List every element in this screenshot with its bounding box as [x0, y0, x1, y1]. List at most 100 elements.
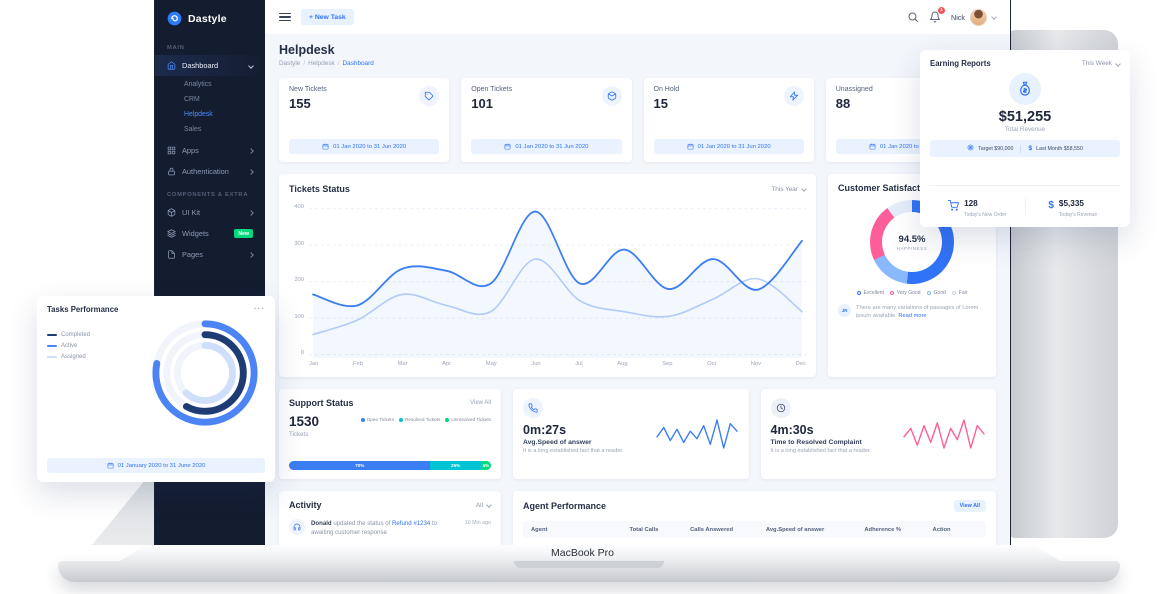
stat-label: Unassigned: [836, 86, 873, 93]
tasks-legend-item: Active: [47, 343, 109, 349]
sidebar-item-widgets[interactable]: Widgets New: [155, 223, 265, 244]
laptop-screen: Dastyle MAIN Dashboard Analytics CRM Hel…: [155, 0, 1010, 545]
tasks-rings-svg: [145, 316, 265, 430]
support-legend: Open TicketsResolved TicketsUnresolved T…: [361, 415, 491, 422]
x-tick: Nov: [751, 361, 761, 367]
nav-section-components: COMPONENTS & EXTRA: [155, 182, 265, 202]
crumb-helpdesk[interactable]: Helpdesk: [308, 60, 335, 67]
menu-icon[interactable]: [279, 13, 291, 22]
x-tick: Jul: [575, 361, 582, 367]
date-range-chip[interactable]: 01 Jan 2020 to 31 Jun 2020: [654, 139, 804, 154]
column-header[interactable]: Total Calls: [629, 527, 690, 533]
y-tick: 200: [294, 277, 304, 283]
bottom-row: Activity All Donald updated the status o…: [279, 491, 996, 545]
x-tick: Sep: [662, 361, 672, 367]
sidebar-item-dashboard[interactable]: Dashboard: [155, 55, 265, 76]
legend-item: Unresolved Tickets: [445, 417, 491, 422]
tickets-total: 1530: [289, 415, 319, 429]
x-tick: May: [486, 361, 497, 367]
date-range-chip[interactable]: 01 January 2020 to 31 June 2020: [47, 458, 265, 473]
chevron-down-icon: [801, 186, 807, 192]
topbar: + New Task 1 Nick: [265, 0, 1010, 34]
stat-value: 88: [836, 96, 873, 111]
headset-icon: [289, 519, 305, 535]
column-header[interactable]: Action: [933, 527, 978, 533]
y-tick: 300: [294, 241, 304, 247]
sidebar-subitem-crm[interactable]: CRM: [155, 92, 265, 107]
date-range-chip[interactable]: 01 Jan 2020 to 31 Jun 2020: [471, 139, 621, 154]
sidebar-item-label: Authentication: [182, 167, 229, 176]
refund-link[interactable]: Refund #1234: [392, 520, 430, 527]
mid-row: Support Status View All 1530Tickets Open…: [279, 389, 996, 479]
todays-revenue: $ $5,335Today's Revenue: [1026, 193, 1121, 218]
card-title: Activity: [289, 500, 322, 510]
user-avatar: [970, 9, 987, 26]
chevron-right-icon: [248, 169, 254, 175]
crumb-home[interactable]: Dastyle: [279, 60, 300, 67]
chevron-right-icon: [248, 210, 254, 216]
bell-icon[interactable]: 1: [929, 11, 941, 23]
activity-filter[interactable]: All: [476, 502, 491, 509]
macbook-label: MacBook Pro: [155, 547, 1010, 559]
user-menu[interactable]: Nick: [951, 9, 996, 26]
column-header[interactable]: Adherence %: [864, 527, 932, 533]
flash-icon: [784, 86, 804, 106]
layers-icon: [167, 229, 176, 238]
avg-speed-sparkline: [655, 416, 739, 452]
x-tick: Oct: [707, 361, 716, 367]
progress-segment: 70%: [289, 461, 430, 470]
search-icon[interactable]: [907, 11, 919, 23]
new-task-button[interactable]: + New Task: [301, 9, 354, 25]
stat-value: 155: [289, 96, 327, 111]
period-select[interactable]: This Week: [1082, 60, 1120, 67]
support-progress: 70%25%5%: [289, 461, 491, 470]
activity-card: Activity All Donald updated the status o…: [279, 491, 501, 545]
column-header[interactable]: Avg.Speed of answer: [766, 527, 864, 533]
sidebar-subitem-sales[interactable]: Sales: [155, 122, 265, 137]
dollar-icon: $: [1028, 145, 1032, 152]
clock-icon: [771, 398, 791, 418]
user-name: Nick: [951, 13, 965, 22]
dastyle-logo-icon: [167, 11, 182, 26]
view-all-button[interactable]: View All: [954, 500, 986, 512]
date-range-text: 01 Jan 2020 to 31 Jun 2020: [698, 144, 771, 150]
nav-section-main: MAIN: [155, 35, 265, 55]
y-tick: 400: [294, 204, 304, 210]
period-value: This Week: [1082, 60, 1112, 67]
period-select[interactable]: This Year: [771, 186, 806, 193]
activity-item[interactable]: Donald updated the status of Refund #123…: [289, 519, 491, 538]
stat-label: Open Tickets: [471, 86, 512, 93]
chevron-down-icon: [991, 14, 997, 20]
column-header[interactable]: Calls Answered: [690, 527, 766, 533]
dots-menu-icon[interactable]: [254, 307, 265, 312]
card-title: Tasks Performance: [47, 305, 118, 314]
card-title: Tickets Status: [289, 184, 350, 194]
brand[interactable]: Dastyle: [155, 0, 265, 35]
sidebar-subitem-helpdesk[interactable]: Helpdesk: [155, 107, 265, 122]
view-all-link[interactable]: View All: [470, 400, 491, 406]
sidebar-item-uikit[interactable]: UI Kit: [155, 202, 265, 223]
home-icon: [167, 61, 176, 70]
chevron-down-icon: [486, 502, 492, 508]
date-range-chip[interactable]: 01 Jan 2020 to 31 Jun 2020: [289, 139, 439, 154]
column-header[interactable]: Agent: [531, 527, 629, 533]
cube-icon: [602, 86, 622, 106]
stat-label: On Hold: [654, 86, 680, 93]
agent-performance-card: Agent Performance View All Agent Total C…: [513, 491, 996, 545]
page-title: Helpdesk: [279, 43, 996, 57]
sidebar-item-apps[interactable]: Apps: [155, 140, 265, 161]
sidebar-item-authentication[interactable]: Authentication: [155, 161, 265, 182]
chevron-right-icon: [248, 148, 254, 154]
metric-desc: It is a long established fact that a rea…: [771, 448, 889, 456]
card-title: Earning Reports: [930, 59, 991, 68]
x-tick: Jun: [531, 361, 540, 367]
tag-icon: [419, 86, 439, 106]
tickets-status-card: Tickets Status This Year 4003002001000 J…: [279, 174, 816, 377]
last-month-text: Last Month $58,550: [1036, 146, 1083, 152]
chevron-down-icon: [1115, 61, 1121, 67]
stat-value: 101: [471, 96, 512, 111]
read-more-link[interactable]: Read more: [898, 313, 926, 319]
page-header: Helpdesk Dastyle/Helpdesk/Dashboard: [279, 43, 996, 67]
sidebar-subitem-analytics[interactable]: Analytics: [155, 77, 265, 92]
sidebar-item-pages[interactable]: Pages: [155, 244, 265, 265]
